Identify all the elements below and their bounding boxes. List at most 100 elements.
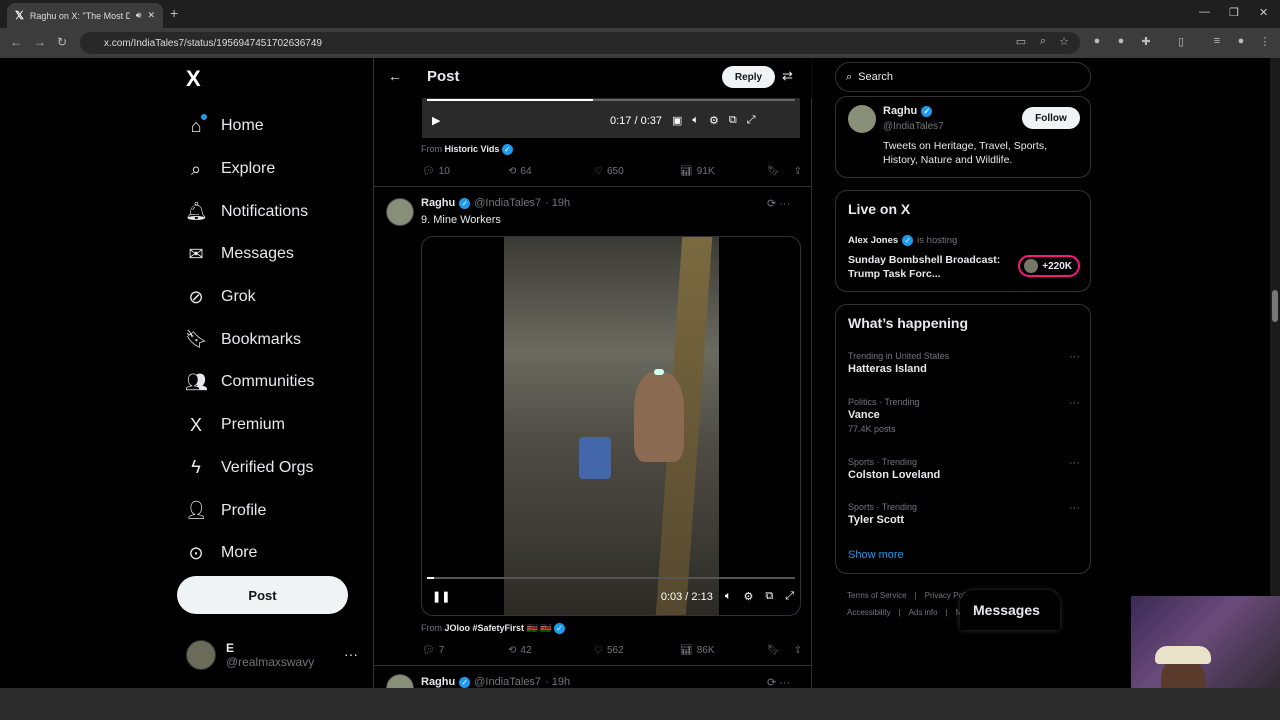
bookmark-icon[interactable]: 🔖︎: [767, 166, 780, 177]
views-action[interactable]: 📊︎ 91K: [680, 166, 766, 177]
settings-icon[interactable]: ⚙: [743, 590, 753, 603]
listener-count-badge[interactable]: +220K: [1018, 255, 1080, 277]
video-player-1[interactable]: ▶ 0:17 / 0:37 ▣ 🔈︎ ⚙ ⧉ ⤢: [422, 98, 800, 138]
settings-icon[interactable]: ⚙: [709, 114, 719, 127]
volume-icon[interactable]: 🔈︎: [725, 590, 732, 603]
tweet-more-icon[interactable]: ⟳ ···: [767, 676, 790, 688]
browser-tab[interactable]: 𝕏 Raghu on X: "The Most Da 🔊︎ ✕: [7, 3, 163, 28]
x-logo[interactable]: X: [186, 66, 201, 92]
repost-action[interactable]: ⟲ 42: [508, 645, 594, 656]
minimize-icon[interactable]: —: [1199, 6, 1210, 18]
source-name[interactable]: Historic Vids: [445, 144, 500, 154]
live-host[interactable]: Alex Jones ✓ is hosting: [848, 235, 957, 246]
reply-action[interactable]: 💬︎ 7: [422, 645, 508, 656]
nav-item-verified-orgs[interactable]: ϟ Verified Orgs: [185, 447, 314, 490]
tweet-time[interactable]: · 19h: [545, 197, 570, 209]
trend-item[interactable]: Trending in United States Hatteras Island…: [848, 351, 1080, 375]
bookmark-icon[interactable]: 🔖︎: [767, 645, 780, 656]
extension-icon[interactable]: ●: [1114, 35, 1128, 49]
address-bar[interactable]: x.com/IndiaTales7/status/195694745170263…: [80, 32, 1080, 54]
forward-icon[interactable]: →: [34, 35, 46, 49]
nav-item-home[interactable]: ⌂ Home: [185, 105, 314, 148]
follow-button[interactable]: Follow: [1022, 107, 1080, 129]
trend-item[interactable]: Sports · Trending Colston Loveland ···: [848, 457, 1080, 481]
speaker-icon[interactable]: 🔊︎: [136, 10, 142, 21]
author-handle[interactable]: @IndiaTales7: [474, 676, 541, 688]
reload-icon[interactable]: ↻: [57, 35, 67, 49]
back-arrow-icon[interactable]: ←: [388, 68, 402, 84]
nav-item-bookmarks[interactable]: 🔖︎ Bookmarks: [185, 318, 314, 361]
nav-item-more[interactable]: ⊙ More: [185, 532, 314, 575]
sidepanel-icon[interactable]: ▯: [1174, 35, 1188, 49]
broadcast-title[interactable]: Sunday Bombshell Broadcast: Trump Task F…: [848, 253, 1008, 281]
nav-item-communities[interactable]: 👥︎ Communities: [185, 361, 314, 404]
video-progress-1[interactable]: [427, 99, 795, 101]
maximize-icon[interactable]: ❐: [1229, 6, 1239, 19]
author-name[interactable]: Raghu: [421, 676, 455, 688]
footer-link[interactable]: Terms of Service: [847, 591, 907, 600]
puzzle-icon[interactable]: ✚: [1139, 35, 1153, 49]
nav-item-messages[interactable]: ✉ Messages: [185, 233, 314, 276]
views-action[interactable]: 📊︎ 86K: [680, 645, 766, 656]
author-name[interactable]: Raghu: [421, 197, 455, 209]
share-icon[interactable]: ⇪: [794, 645, 802, 656]
show-more-link[interactable]: Show more: [848, 549, 904, 561]
repost-action[interactable]: ⟲ 64: [508, 166, 594, 177]
nav-item-explore[interactable]: ⌕ Explore: [185, 148, 314, 191]
share-icon[interactable]: ⇪: [794, 166, 802, 177]
pip-icon[interactable]: ⧉: [765, 590, 773, 603]
nav-item-grok[interactable]: ⊘ Grok: [185, 276, 314, 319]
nav-item-premium[interactable]: X Premium: [185, 404, 314, 447]
trend-more-icon[interactable]: ···: [1069, 397, 1080, 409]
author-handle[interactable]: @IndiaTales7: [474, 197, 541, 209]
adjust-icon[interactable]: ⇄: [782, 68, 793, 84]
like-action[interactable]: ♡ 650: [594, 166, 680, 177]
captions-icon[interactable]: ▣: [672, 114, 682, 127]
pip-icon[interactable]: ⧉: [729, 114, 737, 127]
back-icon[interactable]: ←: [10, 35, 22, 49]
trend-more-icon[interactable]: ···: [1069, 457, 1080, 469]
volume-icon[interactable]: 🔈︎: [692, 114, 699, 127]
messages-drawer[interactable]: Messages: [960, 590, 1060, 630]
trend-more-icon[interactable]: ···: [1069, 502, 1080, 514]
scrollbar[interactable]: [1270, 58, 1280, 688]
fullscreen-icon[interactable]: ⤢: [747, 114, 756, 127]
trend-more-icon[interactable]: ···: [1069, 351, 1080, 363]
profile-avatar[interactable]: ●: [1234, 35, 1248, 49]
tweet-more-icon[interactable]: ⟳ ···: [767, 197, 790, 210]
star-icon[interactable]: ☆: [1057, 35, 1071, 49]
tabs-icon[interactable]: ≡: [1210, 35, 1224, 49]
footer-link[interactable]: Accessibility: [847, 608, 891, 617]
profile-name[interactable]: Raghu: [883, 105, 917, 117]
close-window-icon[interactable]: ✕: [1259, 6, 1268, 19]
source-name[interactable]: JOloo #SafetyFirst 🇰🇪 🇰🇪: [445, 623, 552, 633]
trend-item[interactable]: Politics · Trending Vance 77.4K posts ···: [848, 397, 1080, 434]
extension-g-icon[interactable]: ●: [1090, 35, 1104, 49]
avatar[interactable]: [848, 105, 876, 133]
post-button[interactable]: Post: [177, 576, 348, 614]
close-tab-icon[interactable]: ✕: [147, 10, 155, 21]
nav-item-notifications[interactable]: 🔔︎ Notifications: [185, 190, 314, 233]
reply-action[interactable]: 💬︎ 10: [422, 166, 508, 177]
footer-link[interactable]: Ads info: [909, 608, 938, 617]
profile-handle[interactable]: @IndiaTales7: [883, 121, 944, 132]
reply-button[interactable]: Reply: [722, 66, 775, 88]
avatar[interactable]: [386, 198, 414, 226]
video-progress-2[interactable]: [427, 577, 795, 579]
video-player-2[interactable]: ❚❚ 0:03 / 2:13 🔈︎ ⚙ ⧉ ⤢: [421, 236, 801, 616]
nav-item-profile[interactable]: 👤︎ Profile: [185, 489, 314, 532]
fullscreen-icon[interactable]: ⤢: [785, 590, 794, 603]
trend-item[interactable]: Sports · Trending Tyler Scott ···: [848, 502, 1080, 526]
play-icon[interactable]: ▶: [432, 114, 440, 127]
screen-icon[interactable]: ▭: [1014, 35, 1028, 49]
new-tab-button[interactable]: +: [170, 5, 178, 21]
scrollbar-thumb[interactable]: [1272, 290, 1278, 322]
tweet-time[interactable]: · 19h: [545, 676, 570, 688]
avatar[interactable]: [386, 674, 414, 688]
like-action[interactable]: ♡ 562: [594, 645, 680, 656]
account-switcher[interactable]: E @realmaxswavy: [186, 640, 314, 670]
account-more-icon[interactable]: ···: [344, 646, 358, 662]
zoom-icon[interactable]: ⌕: [1036, 35, 1050, 49]
pause-icon[interactable]: ❚❚: [432, 590, 450, 603]
search-input[interactable]: ⌕ Search: [835, 62, 1091, 92]
